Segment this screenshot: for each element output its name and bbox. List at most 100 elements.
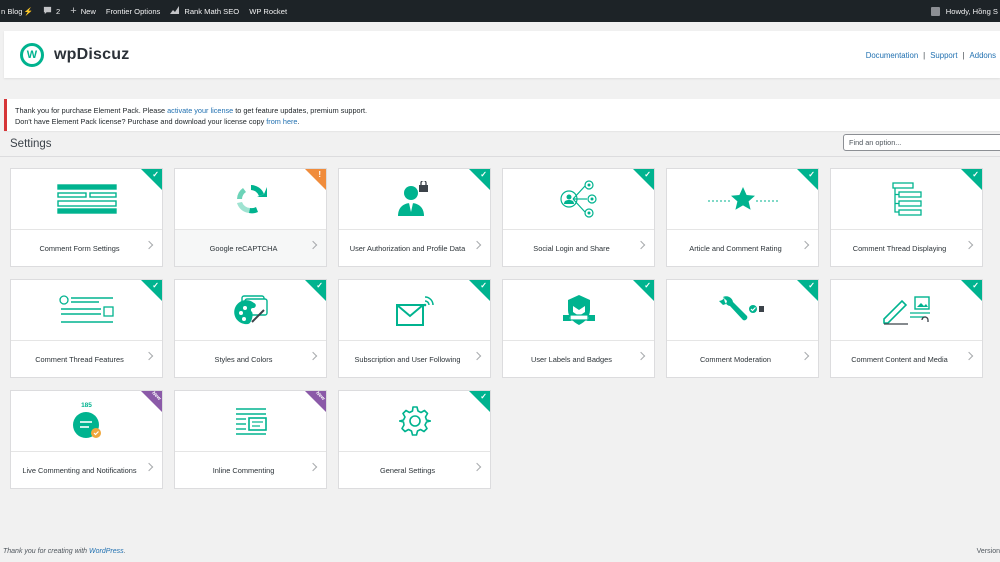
bolt-icon: ⚡ [23,6,34,16]
page-title: Settings [10,138,52,150]
form-icon [56,184,117,214]
footer-version: Version [976,548,1000,555]
check-icon: ✓ [972,170,979,179]
purchase-license-link[interactable]: from here [266,117,297,126]
warning-icon: ! [318,170,321,179]
card-icon-area [339,169,490,229]
inline-comment-icon [234,406,268,436]
plus-icon: + [70,5,77,17]
search-input[interactable] [843,134,1000,151]
card-icon-area: 185 [11,391,162,451]
settings-card-user-authorization[interactable]: User Authorization and Profile Data ✓ [338,168,491,267]
settings-card-subscription[interactable]: Subscription and User Following ✓ [338,279,491,378]
notice-text: to get feature updates, premium support. [233,106,368,115]
check-icon: ✓ [808,170,815,179]
support-link[interactable]: Support [930,51,957,60]
thread-features-icon [58,295,115,325]
settings-card-moderation[interactable]: Comment Moderation ✓ [666,279,819,378]
notice-text: Thank you for purchase Element Pack. Ple… [15,106,168,115]
envelope-icon [395,293,435,327]
howdy-label: Howdy, Hồng S [945,6,998,16]
card-label: Comment Thread Displaying [831,229,982,266]
card-icon-area [175,169,326,229]
user-lock-icon [397,181,433,217]
card-label: Comment Thread Features [11,340,162,377]
comment-bubble-icon [43,6,52,17]
settings-card-live-commenting[interactable]: 185 Live Commenting and Notifications Ne… [10,390,163,489]
content-media-icon [882,295,932,325]
notice-text: . [297,117,300,126]
card-label: Live Commenting and Notifications [11,451,162,488]
settings-card-recaptcha[interactable]: Google reCAPTCHA ! [174,168,327,267]
rank-math-icon [170,6,180,16]
admin-bar-account[interactable]: Howdy, Hồng S [926,0,1000,22]
thread-tree-icon [891,182,923,216]
card-icon-area [667,280,818,340]
card-icon-area [339,391,490,451]
settings-card-inline-commenting[interactable]: Inline Commenting New [174,390,327,489]
avatar [930,6,940,16]
corner-badge [305,169,326,190]
admin-bar-new[interactable]: + New [65,0,101,22]
new-label: New [80,6,96,16]
card-label: Google reCAPTCHA [175,229,326,266]
shield-badge-icon [562,293,596,327]
notice-text: Don't have Element Pack license? Purchas… [15,117,267,126]
admin-bar-site-name[interactable]: n Blog ⚡ [0,0,38,22]
gear-icon [398,405,431,437]
card-label: Comment Form Settings [11,229,162,266]
card-icon-area [339,280,490,340]
card-label: Inline Commenting [175,451,326,488]
card-icon-area [11,280,162,340]
settings-card-user-labels[interactable]: User Labels and Badges ✓ [502,279,655,378]
palette-icon [233,294,268,326]
card-icon-area [175,280,326,340]
check-icon: ✓ [152,281,159,290]
addons-link[interactable]: Addons [970,51,996,60]
card-icon-area [831,169,982,229]
card-icon-area [11,169,162,229]
live-count: 185 [81,401,92,409]
admin-bar-frontier-options[interactable]: Frontier Options [101,0,165,22]
admin-bar: n Blog ⚡ 2 + New Frontier Options Rank M… [0,0,1000,22]
check-icon: ✓ [972,281,979,290]
notice-line-2: Don't have Element Pack license? Purchas… [15,116,1000,127]
check-icon: ✓ [808,281,815,290]
card-icon-area [503,280,654,340]
recaptcha-icon [233,182,269,216]
settings-card-general[interactable]: General Settings ✓ [338,390,491,489]
settings-card-rating[interactable]: Article and Comment Rating ✓ [666,168,819,267]
card-label: Comment Content and Media [831,340,982,377]
settings-card-thread-displaying[interactable]: Comment Thread Displaying ✓ [830,168,983,267]
settings-card-content-media[interactable]: Comment Content and Media ✓ [830,279,983,378]
settings-card-social-login[interactable]: Social Login and Share ✓ [502,168,655,267]
wordpress-link[interactable]: WordPress [89,548,124,555]
card-icon-area [503,169,654,229]
admin-bar-comments[interactable]: 2 [38,0,65,22]
check-icon: ✓ [644,281,651,290]
footer-text: . [123,548,126,555]
card-label: User Authorization and Profile Data [339,229,490,266]
frontier-options-label: Frontier Options [105,6,161,16]
link-separator: | [923,51,926,60]
notice-line-1: Thank you for purchase Element Pack. Ple… [15,105,1000,116]
documentation-link[interactable]: Documentation [866,51,918,60]
wpdiscuz-logo-text: wpDiscuz [54,46,130,63]
divider [0,156,1000,157]
check-icon: ✓ [480,170,487,179]
check-icon: ✓ [480,392,487,401]
card-icon-area [667,169,818,229]
admin-bar-rank-math[interactable]: Rank Math SEO [165,0,244,22]
activate-license-link[interactable]: activate your license [167,106,233,115]
settings-card-thread-features[interactable]: Comment Thread Features ✓ [10,279,163,378]
wpdiscuz-logo-icon: W [20,43,44,67]
rank-math-label: Rank Math SEO [184,6,240,16]
site-name-label: n Blog [1,6,23,16]
admin-bar-wp-rocket[interactable]: WP Rocket [244,0,292,22]
settings-card-comment-form[interactable]: Comment Form Settings ✓ [10,168,163,267]
card-label: Comment Moderation [667,340,818,377]
check-icon: ✓ [316,281,323,290]
card-label: General Settings [339,451,490,488]
settings-card-styles[interactable]: Styles and Colors ✓ [174,279,327,378]
footer-text: Thank you for creating with [3,548,89,555]
